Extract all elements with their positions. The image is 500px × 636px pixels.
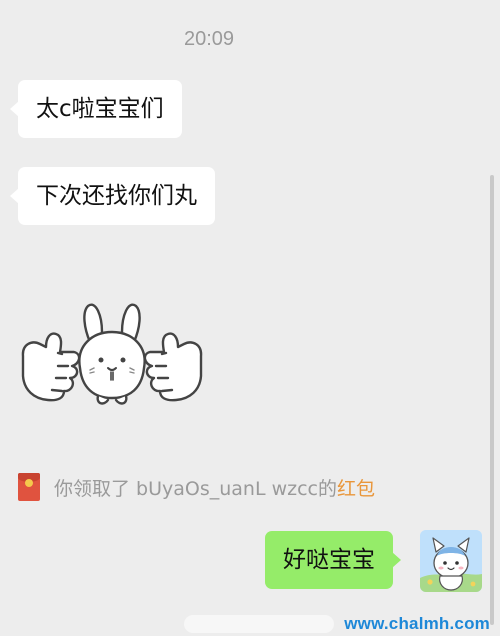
message-text: 下次还找你们丸: [36, 183, 197, 209]
bunny-thumbs-up-sticker[interactable]: [18, 298, 206, 410]
message-text: 太c啦宝宝们: [36, 96, 164, 122]
message-text: 好哒宝宝: [283, 547, 375, 573]
red-packet-link[interactable]: 红包: [337, 474, 375, 501]
incoming-message-bubble[interactable]: 太c啦宝宝们: [10, 80, 182, 138]
message-timestamp: 20:09: [183, 28, 235, 50]
sticker-illustration: [21, 303, 203, 405]
chat-scrollbar[interactable]: [490, 175, 494, 625]
notice-text: 你领取了 bUyaOs_uanL wzcc的: [54, 477, 338, 500]
red-packet-icon: [18, 473, 40, 501]
red-packet-notice: 你领取了 bUyaOs_uanL wzcc的 红包: [18, 472, 375, 502]
site-watermark: www.chalmh.com: [184, 614, 490, 633]
avatar-image: [420, 530, 482, 592]
avatar[interactable]: [420, 530, 482, 592]
incoming-message-bubble[interactable]: 下次还找你们丸: [10, 167, 215, 225]
outgoing-message-bubble[interactable]: 好哒宝宝: [265, 531, 401, 589]
